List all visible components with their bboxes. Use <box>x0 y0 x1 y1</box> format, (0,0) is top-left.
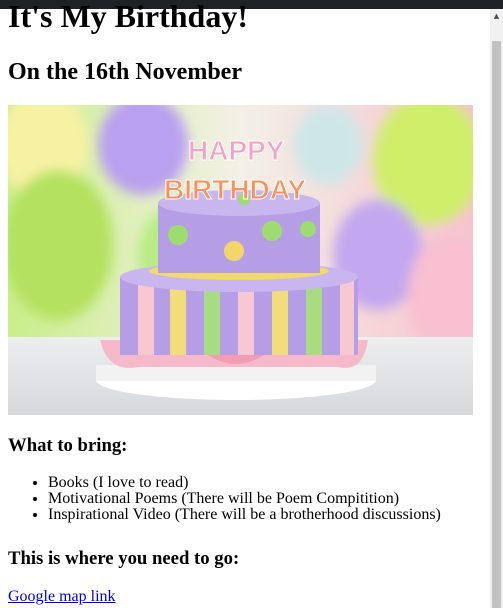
list-item: Inspirational Video (There will be a bro… <box>48 507 441 523</box>
candle-text-birthday: BIRTHDAY <box>164 174 306 205</box>
where-to-go-heading: This is where you need to go: <box>8 548 240 569</box>
google-map-link[interactable]: Google map link <box>8 588 116 606</box>
bring-list: Books (I love to read) Motivational Poem… <box>8 475 441 523</box>
vertical-scrollbar[interactable]: ▲ <box>490 9 503 608</box>
scrollbar-thumb[interactable] <box>492 41 501 608</box>
birthday-cake-image: HAPPY BIRTHDAY <box>8 105 473 415</box>
page-subtitle: On the 16th November <box>8 59 242 85</box>
candle-text-happy: HAPPY <box>188 135 285 166</box>
list-item: Motivational Poems (There will be Poem C… <box>48 491 441 507</box>
page-title: It's My Birthday! <box>8 0 248 34</box>
what-to-bring-heading: What to bring: <box>8 435 128 456</box>
scroll-up-arrow-icon[interactable]: ▲ <box>490 9 503 23</box>
list-item: Books (I love to read) <box>48 475 441 491</box>
